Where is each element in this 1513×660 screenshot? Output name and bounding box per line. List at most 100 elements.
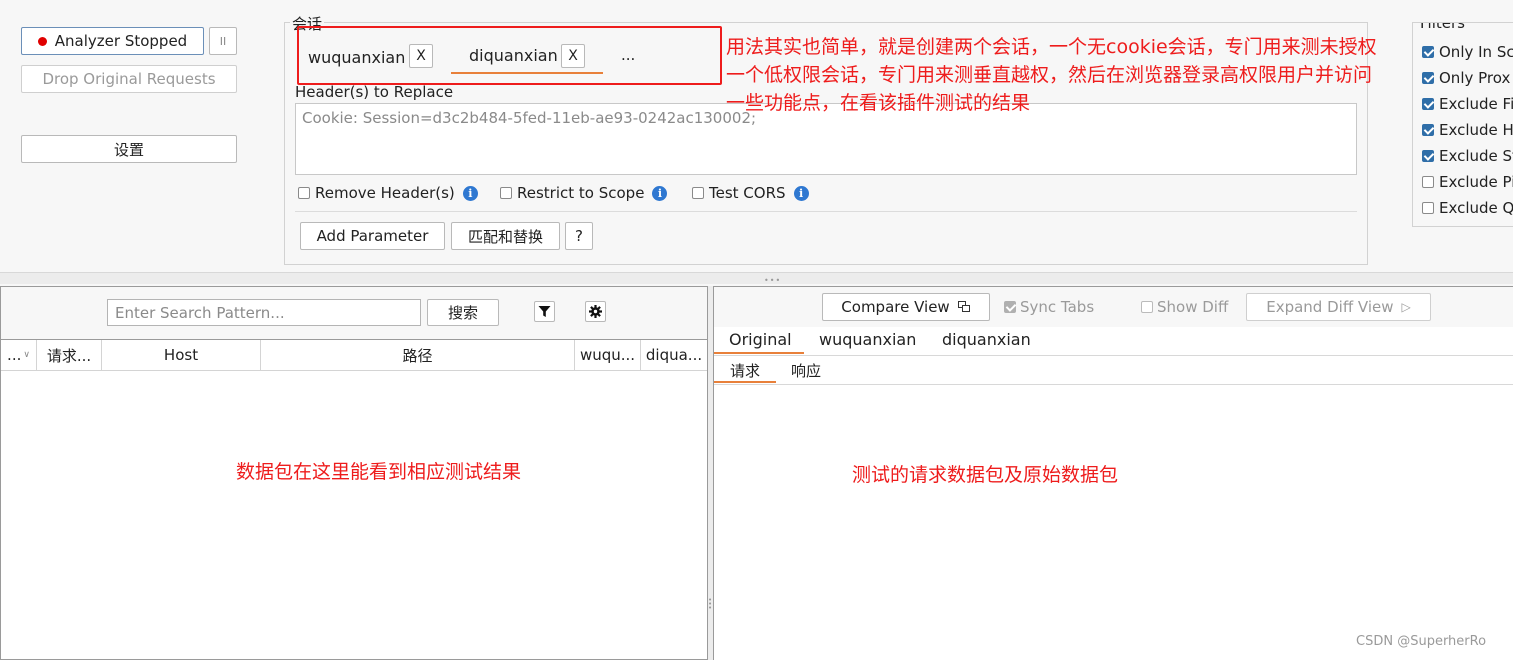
headers-value: Cookie: Session=d3c2b484-5fed-11eb-ae93-…	[302, 109, 757, 127]
annotation-line-3: 一些功能点，在看该插件测试的结果	[726, 92, 1031, 114]
drop-original-requests-button[interactable]: Drop Original Requests	[21, 65, 237, 93]
add-parameter-button[interactable]: Add Parameter	[300, 222, 445, 250]
restrict-scope-label: Restrict to Scope	[517, 184, 645, 202]
filter-item[interactable]: Exclude Fi	[1422, 95, 1513, 113]
diff-toolbar: Compare View Sync Tabs Show Diff Expand …	[714, 287, 1513, 327]
gear-icon	[589, 305, 602, 318]
restrict-scope-option[interactable]: Restrict to Scope i	[500, 184, 668, 202]
search-input[interactable]: Enter Search Pattern...	[107, 299, 421, 326]
chevron-down-icon: ∨	[23, 350, 30, 360]
pause-button[interactable]: II	[209, 27, 237, 55]
info-icon[interactable]: i	[793, 185, 809, 201]
expand-diff-label: Expand Diff View	[1266, 298, 1394, 316]
filter-label: Exclude Q	[1439, 199, 1513, 217]
match-replace-button[interactable]: 匹配和替换	[451, 222, 560, 250]
table-toolbar: Enter Search Pattern... 搜索	[1, 287, 707, 340]
filter-label: Only Prox	[1439, 69, 1511, 87]
search-placeholder: Enter Search Pattern...	[115, 304, 285, 322]
test-cors-option[interactable]: Test CORS i	[692, 184, 809, 202]
filter-checkbox[interactable]	[1422, 72, 1434, 84]
filter-label: Only In Sc	[1439, 43, 1513, 61]
info-icon[interactable]: i	[462, 185, 478, 201]
annotation-line-2: 一个低权限会话，专门用来测垂直越权，然后在浏览器登录高权限用户并访问	[726, 64, 1373, 86]
diff-annotation: 测试的请求数据包及原始数据包	[852, 464, 1119, 486]
diff-sub-tabs: 请求 响应	[714, 356, 1513, 385]
remove-headers-checkbox[interactable]	[298, 187, 310, 199]
filter-label: Exclude H	[1439, 121, 1513, 139]
annotation-highlight-box	[297, 26, 722, 85]
column-header-label: Host	[163, 346, 199, 364]
expand-diff-view-button[interactable]: Expand Diff View ▷	[1246, 293, 1431, 321]
help-icon: ?	[575, 227, 583, 245]
test-cors-label: Test CORS	[709, 184, 786, 202]
sync-tabs-option[interactable]: Sync Tabs	[1004, 298, 1094, 316]
column-header-index[interactable]: ... ∨	[1, 340, 37, 370]
tab-diquanxian[interactable]: diquanxian	[942, 330, 1031, 349]
windows-icon	[957, 301, 971, 313]
info-icon[interactable]: i	[652, 185, 668, 201]
filter-item[interactable]: Exclude St	[1422, 147, 1513, 165]
column-header-label: 请求...	[46, 346, 92, 365]
filter-item[interactable]: Exclude H	[1422, 121, 1513, 139]
filters-title: Filters	[1418, 23, 1467, 32]
request-table-panel: Enter Search Pattern... 搜索 ... ∨ 请求... H…	[0, 286, 708, 660]
tab-label: 请求	[730, 362, 761, 380]
column-header-request[interactable]: 请求...	[37, 340, 102, 370]
annotation-line-1: 用法其实也简单，就是创建两个会话，一个无cookie会话，专门用来测未授权	[726, 36, 1377, 58]
sync-tabs-checkbox[interactable]	[1004, 301, 1016, 313]
analyzer-toggle-button[interactable]: Analyzer Stopped	[21, 27, 204, 55]
search-button[interactable]: 搜索	[427, 299, 499, 326]
pause-icon: II	[219, 34, 227, 48]
horizontal-splitter[interactable]: •••	[0, 272, 1513, 285]
test-cors-checkbox[interactable]	[692, 187, 704, 199]
search-button-label: 搜索	[447, 304, 478, 322]
match-replace-label: 匹配和替换	[467, 227, 543, 246]
filter-button[interactable]	[534, 301, 555, 322]
column-header-label: 路径	[402, 346, 433, 365]
filter-label: Exclude Fi	[1439, 95, 1513, 113]
compare-view-button[interactable]: Compare View	[822, 293, 990, 321]
column-header-label: wuqu...	[579, 346, 636, 364]
status-dot-icon	[37, 36, 47, 46]
tab-label: Original	[729, 330, 792, 349]
settings-button[interactable]: 设置	[21, 135, 237, 163]
column-header-diquanxian[interactable]: diqua...	[641, 340, 707, 370]
filter-checkbox[interactable]	[1422, 124, 1434, 136]
help-button[interactable]: ?	[565, 222, 593, 250]
column-header-wuquanxian[interactable]: wuqu...	[575, 340, 641, 370]
filter-checkbox[interactable]	[1422, 202, 1434, 214]
add-parameter-label: Add Parameter	[316, 227, 429, 245]
sync-tabs-label: Sync Tabs	[1020, 298, 1095, 316]
show-diff-label: Show Diff	[1157, 298, 1229, 316]
column-header-label: diqua...	[645, 346, 703, 364]
tab-original[interactable]: Original	[714, 327, 804, 354]
funnel-icon	[538, 306, 551, 317]
filter-item[interactable]: Only Prox	[1422, 69, 1510, 87]
restrict-scope-checkbox[interactable]	[500, 187, 512, 199]
diff-panel: Compare View Sync Tabs Show Diff Expand …	[713, 286, 1513, 660]
show-diff-option[interactable]: Show Diff	[1141, 298, 1228, 316]
play-icon: ▷	[1401, 300, 1411, 314]
table-settings-button[interactable]	[585, 301, 606, 322]
drop-requests-label: Drop Original Requests	[42, 70, 216, 88]
filter-label: Exclude St	[1439, 147, 1513, 165]
show-diff-checkbox[interactable]	[1141, 301, 1153, 313]
filter-checkbox[interactable]	[1422, 176, 1434, 188]
column-header-path[interactable]: 路径	[261, 340, 575, 370]
compare-view-label: Compare View	[841, 298, 950, 316]
filter-checkbox[interactable]	[1422, 150, 1434, 162]
remove-headers-option[interactable]: Remove Header(s) i	[298, 184, 478, 202]
filter-checkbox[interactable]	[1422, 98, 1434, 110]
column-header-host[interactable]: Host	[102, 340, 261, 370]
filter-item[interactable]: Only In Sc	[1422, 43, 1513, 61]
watermark: CSDN @SuperherRo	[1356, 634, 1487, 649]
tab-response[interactable]: 响应	[791, 360, 821, 381]
tab-wuquanxian[interactable]: wuquanxian	[819, 330, 916, 349]
remove-headers-label: Remove Header(s)	[315, 184, 455, 202]
tab-request[interactable]: 请求	[714, 356, 776, 383]
filter-item[interactable]: Exclude Q	[1422, 199, 1513, 217]
diff-view-tabs: Original wuquanxian diquanxian	[714, 327, 1513, 356]
filter-item[interactable]: Exclude Pi	[1422, 173, 1513, 191]
session-divider	[295, 211, 1357, 212]
filter-checkbox[interactable]	[1422, 46, 1434, 58]
